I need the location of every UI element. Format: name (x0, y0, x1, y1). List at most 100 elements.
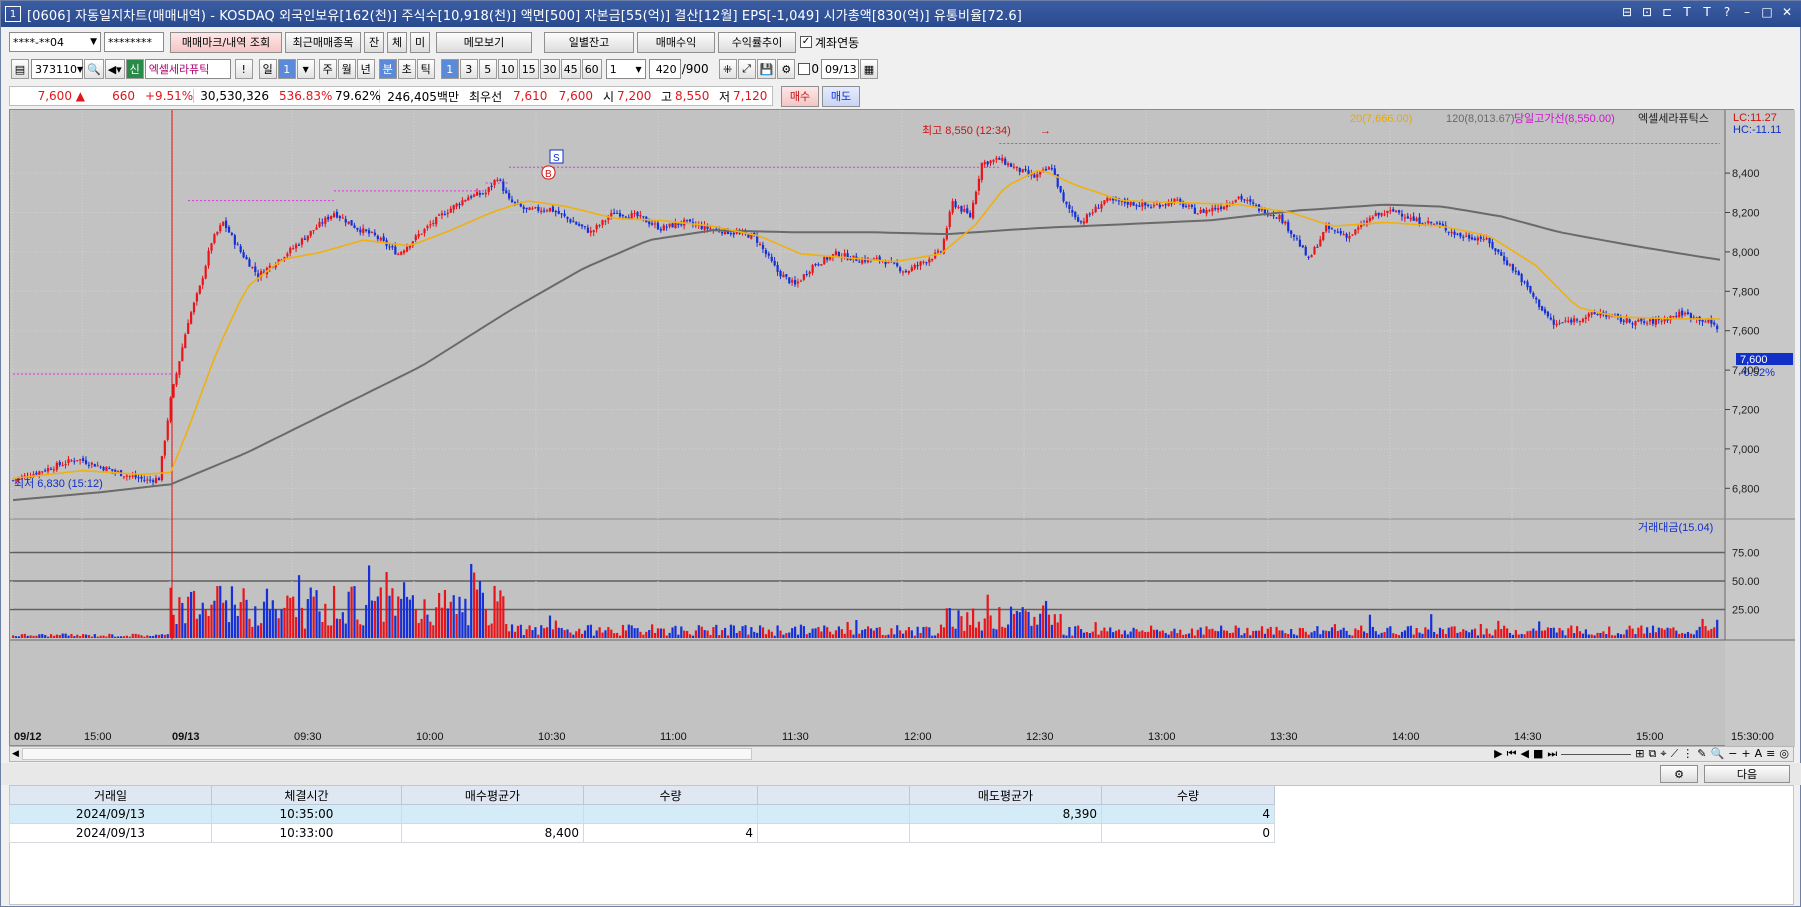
scroll-right-icon[interactable]: ▶ (1494, 747, 1502, 761)
alert-icon[interactable]: ! (234, 59, 253, 79)
minute-3[interactable]: 3 (459, 59, 478, 79)
rewind-icon[interactable]: ⏮ (1507, 747, 1517, 761)
font-icon[interactable]: A (1755, 747, 1763, 761)
search-icon[interactable]: 🔍 (84, 59, 104, 79)
volume-bar (271, 600, 274, 638)
trade-profit-button[interactable]: 매매수익 (637, 31, 715, 53)
minute-1[interactable]: 1 (440, 59, 459, 79)
sell-button[interactable]: 매도 (822, 85, 860, 107)
col-buy-qty[interactable]: 수량 (583, 785, 758, 805)
period-week[interactable]: 주 (318, 59, 337, 79)
help-icon[interactable]: ? (1720, 5, 1734, 19)
next-button[interactable]: 다음 (1704, 765, 1790, 783)
date-checkbox[interactable] (798, 63, 811, 75)
table-row[interactable]: 2024/09/13 10:33:00 8,400 4 0 (9, 823, 1275, 843)
chevron-down-icon[interactable]: ▼ (636, 65, 642, 74)
stock-code-input[interactable]: 373110 ▼ (31, 59, 83, 79)
trendline-icon[interactable]: ⟋ (1671, 747, 1679, 761)
unfilled-button[interactable]: 미 (410, 31, 430, 53)
zoom-icon[interactable]: 🔍 (1711, 747, 1725, 761)
save-icon[interactable]: 💾 (756, 59, 777, 79)
volume-bar (776, 625, 779, 638)
candle-body (58, 462, 61, 466)
window-number[interactable]: 1 (5, 6, 21, 22)
period-minute[interactable]: 분 (378, 59, 397, 79)
period-year[interactable]: 년 (356, 59, 375, 79)
col-buy-avg[interactable]: 매수평균가 (401, 785, 584, 805)
gear-icon[interactable]: ⚙ (777, 59, 796, 79)
col-sell-avg[interactable]: 매도평균가 (909, 785, 1102, 805)
fibo-icon[interactable]: ⋮ (1682, 747, 1693, 761)
minute-45[interactable]: 45 (560, 59, 581, 79)
draw-tool-icon[interactable]: ⁜ (718, 59, 737, 79)
text-icon[interactable]: ✎ (1697, 747, 1706, 761)
maximize-icon[interactable]: □ (1760, 5, 1774, 19)
chart-panel[interactable]: → 20(7,666.00) 120(8,013.67) 당일고가선(8,550… (9, 109, 1795, 747)
trade-marks-button[interactable]: 매매마크/내역 조회 (170, 31, 282, 53)
minimize-icon[interactable]: – (1740, 5, 1754, 19)
col-trade-date[interactable]: 거래일 (9, 785, 212, 805)
layout-icon[interactable]: ⊞ (1635, 747, 1644, 761)
forward-icon[interactable]: ⏭ (1547, 747, 1557, 761)
filled-button[interactable]: 체 (387, 31, 407, 53)
volume-bar (67, 635, 70, 638)
col-sell-qty[interactable]: 수량 (1101, 785, 1275, 805)
chevron-down-icon[interactable]: ▼ (77, 65, 83, 74)
memo-button[interactable]: 메모보기 (436, 31, 532, 53)
candle-body (554, 211, 557, 213)
period-tick[interactable]: 틱 (416, 59, 435, 79)
stop-icon[interactable]: ■ (1533, 747, 1543, 761)
scroll-left-icon[interactable]: ◀ (12, 749, 19, 759)
plus-icon[interactable]: + (1741, 747, 1750, 761)
period-day[interactable]: 일 (258, 59, 277, 79)
volume-bar (1275, 626, 1278, 638)
split-icon[interactable]: ⊏ (1660, 5, 1674, 19)
volume-bar (172, 614, 175, 638)
layout-icon[interactable]: ⊟ (1620, 5, 1634, 19)
table-settings-button[interactable]: ⚙ (1660, 765, 1698, 783)
prev-icon[interactable]: ◀ (1521, 747, 1529, 761)
period-day-count[interactable]: 1 (277, 59, 296, 79)
minute-60[interactable]: 60 (581, 59, 602, 79)
palette-icon[interactable]: ◎ (1779, 747, 1789, 761)
tile-icon[interactable]: ⊡ (1640, 5, 1654, 19)
profit-trend-button[interactable]: 수익률추이 (718, 31, 796, 53)
chevron-down-icon[interactable]: ▼ (90, 37, 97, 47)
account-select[interactable]: ****-**04 ▼ (9, 32, 101, 52)
table-row[interactable]: 2024/09/13 10:35:00 8,390 4 (9, 804, 1275, 824)
minute-15[interactable]: 15 (518, 59, 539, 79)
password-field[interactable]: ******** (104, 32, 164, 52)
col-exec-time[interactable]: 체결시간 (211, 785, 402, 805)
minute-10[interactable]: 10 (497, 59, 518, 79)
buy-button[interactable]: 매수 (781, 85, 819, 107)
multiplier-select[interactable]: 1 ▼ (605, 59, 646, 79)
compare-icon[interactable]: ⤢ (737, 59, 756, 79)
calendar-icon[interactable]: ▦ (859, 59, 878, 79)
date-input[interactable]: 09/13 (820, 59, 859, 79)
close-icon[interactable]: ✕ (1780, 5, 1794, 19)
bar-count-input[interactable]: 420 (648, 59, 681, 79)
recent-trades-button[interactable]: 최근매매종목 (285, 31, 361, 53)
chart-scrollbar[interactable]: ◀ ▶ ⏮ ◀ ■ ⏭ ⊞ ⧉ ⌖ ⟋ ⋮ ✎ 🔍 − + A ≡ ◎ (9, 746, 1794, 762)
account-link-checkbox[interactable]: ✓ (800, 36, 812, 48)
crosshair-icon[interactable]: ⌖ (1660, 747, 1666, 761)
menu-icon[interactable]: ≡ (1766, 747, 1775, 761)
daily-balance-button[interactable]: 일별잔고 (544, 31, 634, 53)
copy-icon[interactable]: ⧉ (1649, 747, 1657, 761)
chevron-down-icon[interactable]: ▼ (296, 59, 315, 79)
zoom-slider[interactable] (1561, 747, 1632, 755)
period-second[interactable]: 초 (397, 59, 416, 79)
volume-bar (1450, 626, 1453, 638)
minus-icon[interactable]: − (1728, 747, 1737, 761)
price-volume-chart[interactable]: → 20(7,666.00) 120(8,013.67) 당일고가선(8,550… (10, 110, 1795, 747)
minute-5[interactable]: 5 (478, 59, 497, 79)
minute-30[interactable]: 30 (539, 59, 560, 79)
font-up-icon[interactable]: T (1680, 5, 1694, 19)
period-month[interactable]: 월 (337, 59, 356, 79)
sound-icon[interactable]: ◀▾ (104, 59, 125, 79)
layout-toggle-icon[interactable]: ▤ (11, 59, 29, 79)
volume-bar (846, 621, 849, 638)
balance-button[interactable]: 잔 (364, 31, 384, 53)
font-down-icon[interactable]: T (1700, 5, 1714, 19)
scroll-thumb[interactable] (22, 748, 752, 760)
